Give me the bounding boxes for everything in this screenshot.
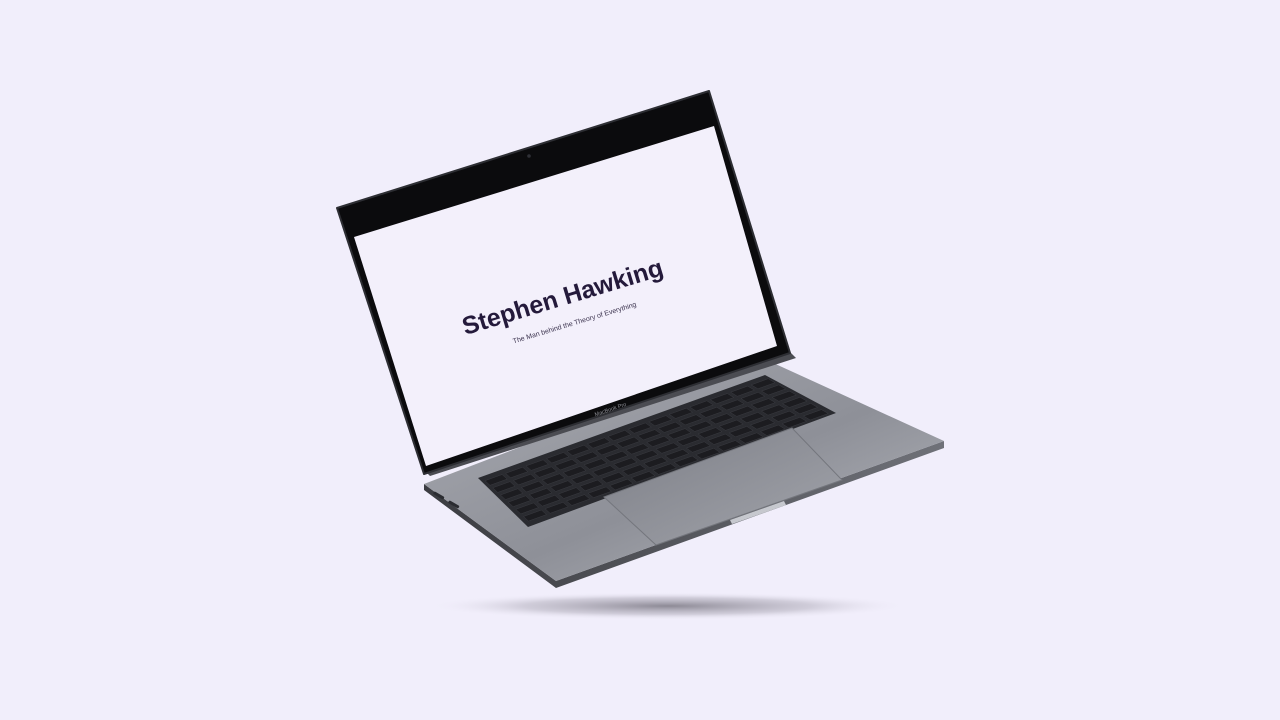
laptop-mockup: Stephen Hawking The Man behind the Theor… — [336, 90, 944, 620]
mockup-stage: Stephen Hawking The Man behind the Theor… — [0, 0, 1280, 720]
camera-icon — [527, 154, 531, 158]
floor-shadow — [428, 592, 908, 620]
